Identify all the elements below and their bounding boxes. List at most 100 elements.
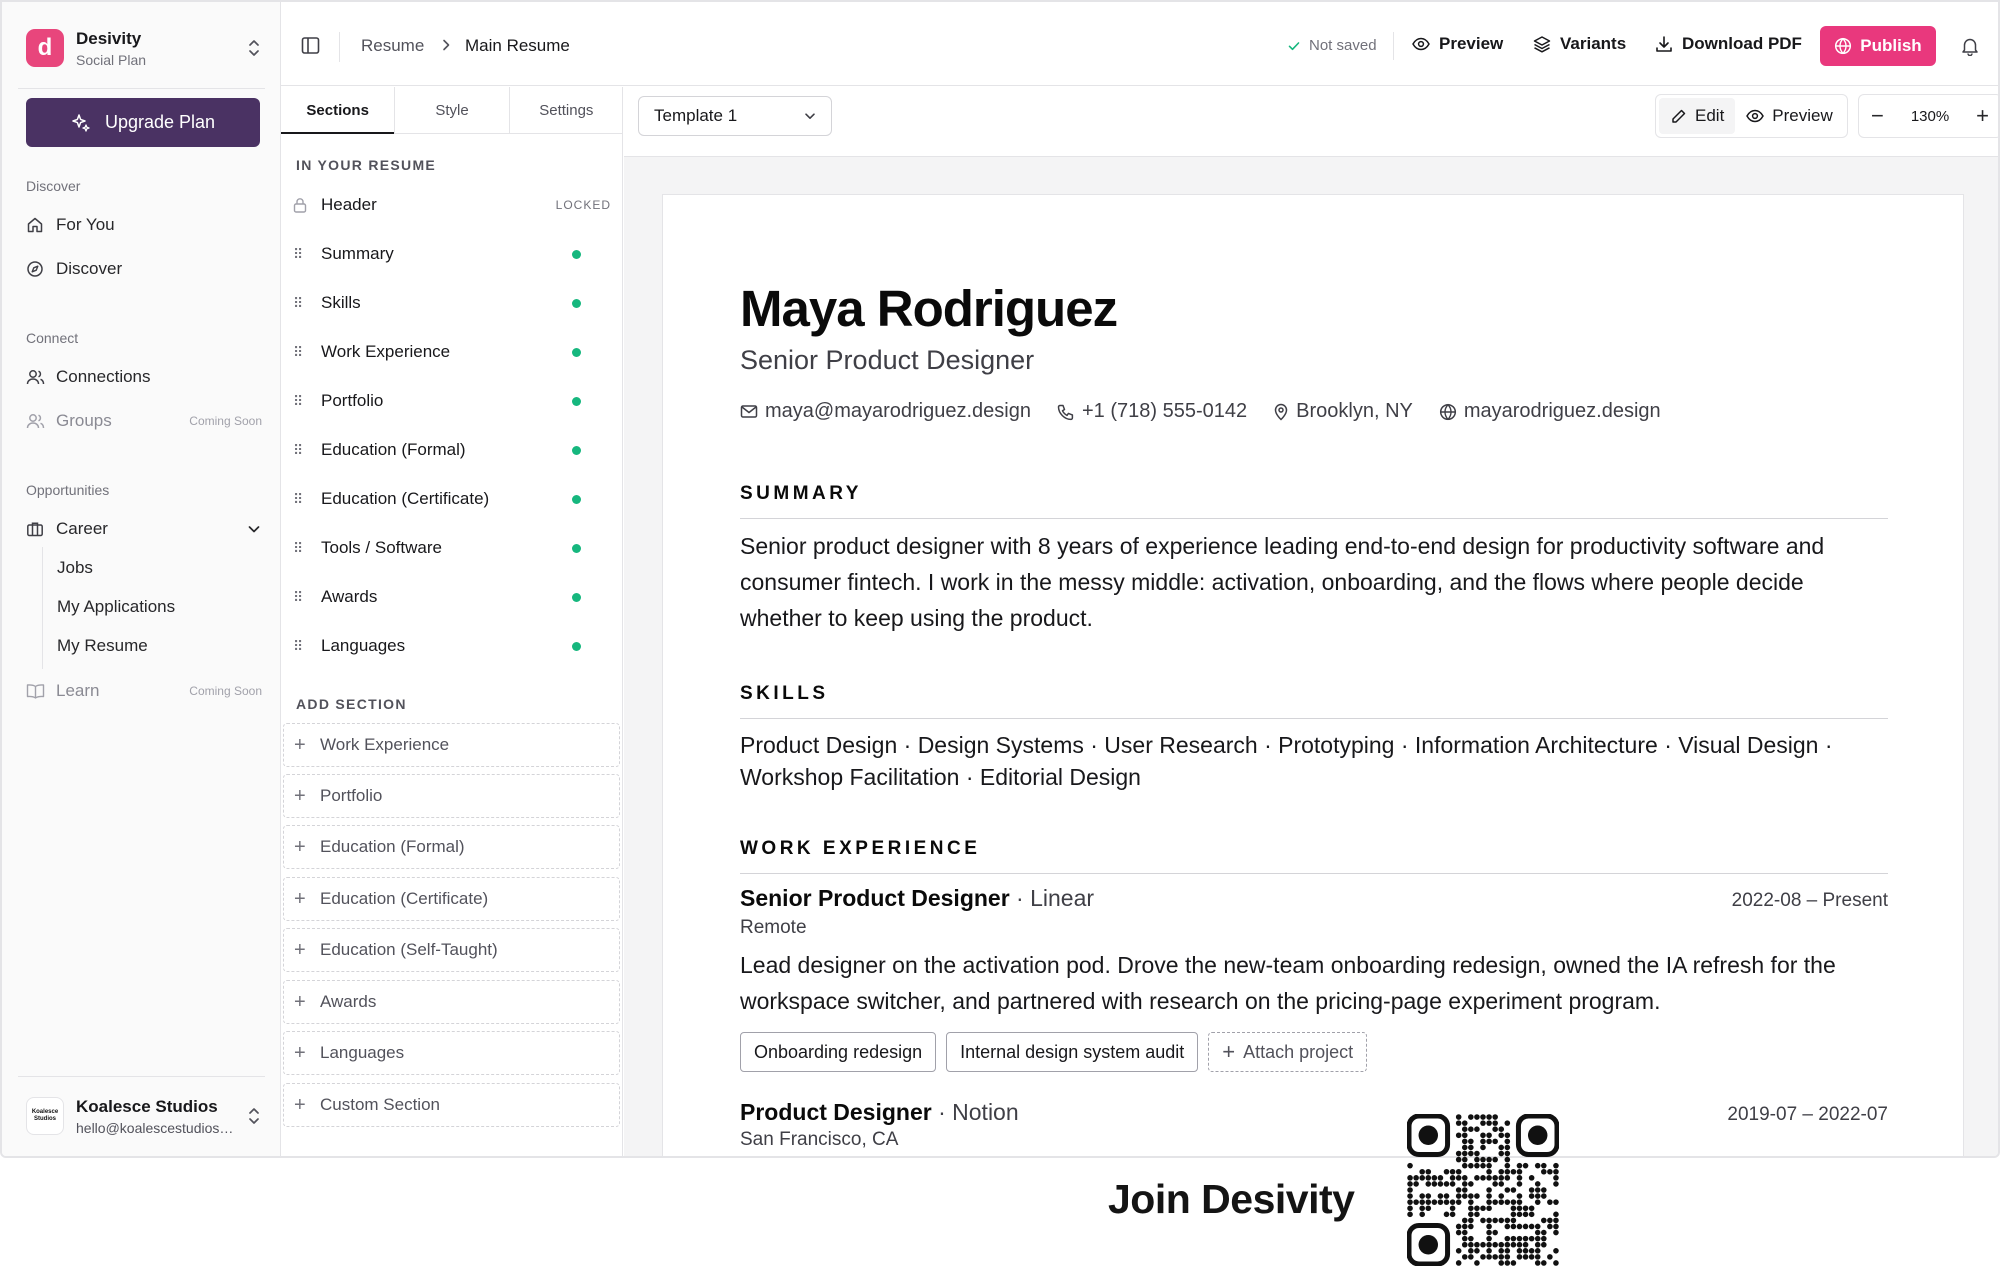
preview-mode-button[interactable]: Preview: [1735, 98, 1843, 134]
section-row[interactable]: ⠿ Skills: [291, 283, 611, 323]
nav-item-groups[interactable]: Groups Coming Soon: [26, 405, 262, 437]
add-section-button[interactable]: + Portfolio: [283, 774, 620, 818]
summary-heading: SUMMARY: [740, 483, 1888, 519]
drag-handle-icon[interactable]: ⠿: [293, 589, 309, 606]
sections-panel: Sections Style Settings IN YOUR RESUME H…: [281, 87, 623, 1156]
section-row[interactable]: ⠿ Summary: [291, 234, 611, 274]
contact-website[interactable]: mayarodriguez.design: [1439, 400, 1661, 423]
book-open-icon: [26, 683, 46, 700]
drag-handle-icon[interactable]: ⠿: [293, 344, 309, 361]
add-section-label: Education (Self-Taught): [320, 940, 498, 959]
add-section-button[interactable]: + Education (Self-Taught): [283, 928, 620, 972]
account-name: Koalesce Studios: [76, 1096, 218, 1116]
job-location[interactable]: Remote: [740, 917, 807, 939]
nav-item-jobs[interactable]: Jobs: [57, 558, 93, 578]
nav-item-my-resume[interactable]: My Resume: [57, 636, 148, 656]
add-section-button[interactable]: + Languages: [283, 1031, 620, 1075]
drag-handle-icon[interactable]: ⠿: [293, 442, 309, 459]
add-section-button[interactable]: + Education (Formal): [283, 825, 620, 869]
section-label: Education (Formal): [321, 440, 466, 459]
project-chip[interactable]: Onboarding redesign: [740, 1032, 937, 1072]
job-company: · Notion: [931, 1099, 1019, 1125]
drag-handle-icon[interactable]: ⠿: [293, 295, 309, 312]
attach-project-button[interactable]: + Attach project: [1208, 1032, 1368, 1072]
edit-mode-button[interactable]: Edit: [1659, 98, 1736, 134]
zoom-level: 130%: [1910, 107, 1950, 125]
upgrade-plan-button[interactable]: Upgrade Plan: [26, 98, 260, 147]
contact-location[interactable]: Brooklyn, NY: [1273, 400, 1413, 423]
sidebar-divider: [18, 1076, 265, 1077]
section-label: Awards: [321, 587, 378, 606]
job-header[interactable]: Senior Product Designer · Linear 2022-08…: [740, 885, 1888, 912]
drag-handle-icon[interactable]: ⠿: [293, 246, 309, 263]
add-section-button[interactable]: + Awards: [283, 980, 620, 1024]
variants-button[interactable]: Variants: [1533, 34, 1626, 54]
nav-item-my-applications[interactable]: My Applications: [57, 597, 175, 617]
resume-name[interactable]: Maya Rodriguez: [740, 279, 1118, 338]
eye-icon: [1412, 37, 1430, 51]
drag-handle-icon[interactable]: ⠿: [293, 540, 309, 557]
zoom-out-button[interactable]: −: [1871, 105, 1884, 127]
publish-label: Publish: [1860, 36, 1922, 55]
status-dot: [572, 445, 581, 455]
nav-item-connections[interactable]: Connections: [26, 361, 262, 393]
project-chip[interactable]: Internal design system audit: [946, 1032, 1199, 1072]
section-label: Portfolio: [321, 391, 384, 410]
publish-button[interactable]: Publish: [1820, 26, 1936, 66]
sidebar-toggle-icon[interactable]: [301, 36, 320, 55]
panel-tabs: Sections Style Settings: [281, 87, 623, 134]
section-row[interactable]: ⠿ Education (Certificate): [291, 479, 611, 519]
job-role: Senior Product Designer: [740, 885, 1010, 911]
download-pdf-button[interactable]: Download PDF: [1655, 34, 1802, 54]
skills-text[interactable]: Product Design · Design Systems · User R…: [740, 729, 1890, 793]
account-switcher[interactable]: Koalesce Studios Koalesce Studios hello@…: [26, 1094, 262, 1138]
job-description[interactable]: Lead designer on the activation pod. Dro…: [740, 947, 1890, 1019]
coming-soon-badge: Coming Soon: [189, 684, 262, 698]
tab-style[interactable]: Style: [394, 87, 508, 133]
nav-item-career[interactable]: Career: [26, 513, 262, 545]
section-row[interactable]: ⠿ Languages: [291, 626, 611, 666]
section-row[interactable]: ⠿ Education (Formal): [291, 430, 611, 470]
sidebar: d Desivity Social Plan Upgrade Plan Disc…: [2, 2, 281, 1156]
globe-icon: [1439, 403, 1457, 421]
job-header[interactable]: Product Designer · Notion 2019-07 – 2022…: [740, 1099, 1888, 1126]
section-row[interactable]: ⠿ Portfolio: [291, 381, 611, 421]
layers-icon: [1533, 35, 1551, 53]
section-row[interactable]: ⠿ Work Experience: [291, 332, 611, 372]
contact-phone[interactable]: +1 (718) 555-0142: [1057, 400, 1247, 423]
add-section-button[interactable]: + Custom Section: [283, 1083, 620, 1127]
pencil-icon: [1670, 108, 1687, 125]
nav-item-discover[interactable]: Discover: [26, 253, 262, 285]
preview-button[interactable]: Preview: [1412, 34, 1503, 54]
nav-label: Groups: [56, 411, 112, 430]
add-section-button[interactable]: + Work Experience: [283, 723, 620, 767]
tab-sections[interactable]: Sections: [281, 87, 395, 134]
drag-handle-icon[interactable]: ⠿: [293, 491, 309, 508]
mail-icon: [740, 404, 758, 419]
nav-item-for-you[interactable]: For You: [26, 209, 262, 241]
plus-icon: +: [294, 734, 306, 756]
drag-handle-icon[interactable]: ⠿: [293, 393, 309, 410]
add-section-button[interactable]: + Education (Certificate): [283, 877, 620, 921]
plus-icon: +: [294, 836, 306, 858]
nav-heading-discover: Discover: [26, 178, 81, 194]
nav-item-learn[interactable]: Learn Coming Soon: [26, 675, 262, 707]
workspace-switcher[interactable]: d Desivity Social Plan: [26, 26, 262, 70]
tab-settings[interactable]: Settings: [508, 87, 623, 133]
breadcrumb-root[interactable]: Resume: [361, 36, 424, 56]
template-select[interactable]: Template 1: [638, 96, 832, 136]
skills-heading: SKILLS: [740, 683, 1888, 719]
section-row[interactable]: ⠿ Tools / Software: [291, 528, 611, 568]
top-bar: Resume Main Resume Not saved Preview Var…: [281, 2, 1998, 86]
section-row[interactable]: ⠿ Awards: [291, 577, 611, 617]
zoom-in-button[interactable]: +: [1976, 105, 1989, 127]
map-pin-icon: [1273, 403, 1289, 421]
add-section-label: Education (Formal): [320, 837, 465, 856]
job-location[interactable]: San Francisco, CA: [740, 1129, 898, 1151]
bell-icon[interactable]: [1961, 36, 1979, 56]
summary-text[interactable]: Senior product designer with 8 years of …: [740, 528, 1890, 636]
resume-title[interactable]: Senior Product Designer: [740, 345, 1034, 376]
contact-email[interactable]: maya@mayarodriguez.design: [740, 400, 1031, 423]
plus-icon: +: [294, 888, 306, 910]
drag-handle-icon[interactable]: ⠿: [293, 638, 309, 655]
